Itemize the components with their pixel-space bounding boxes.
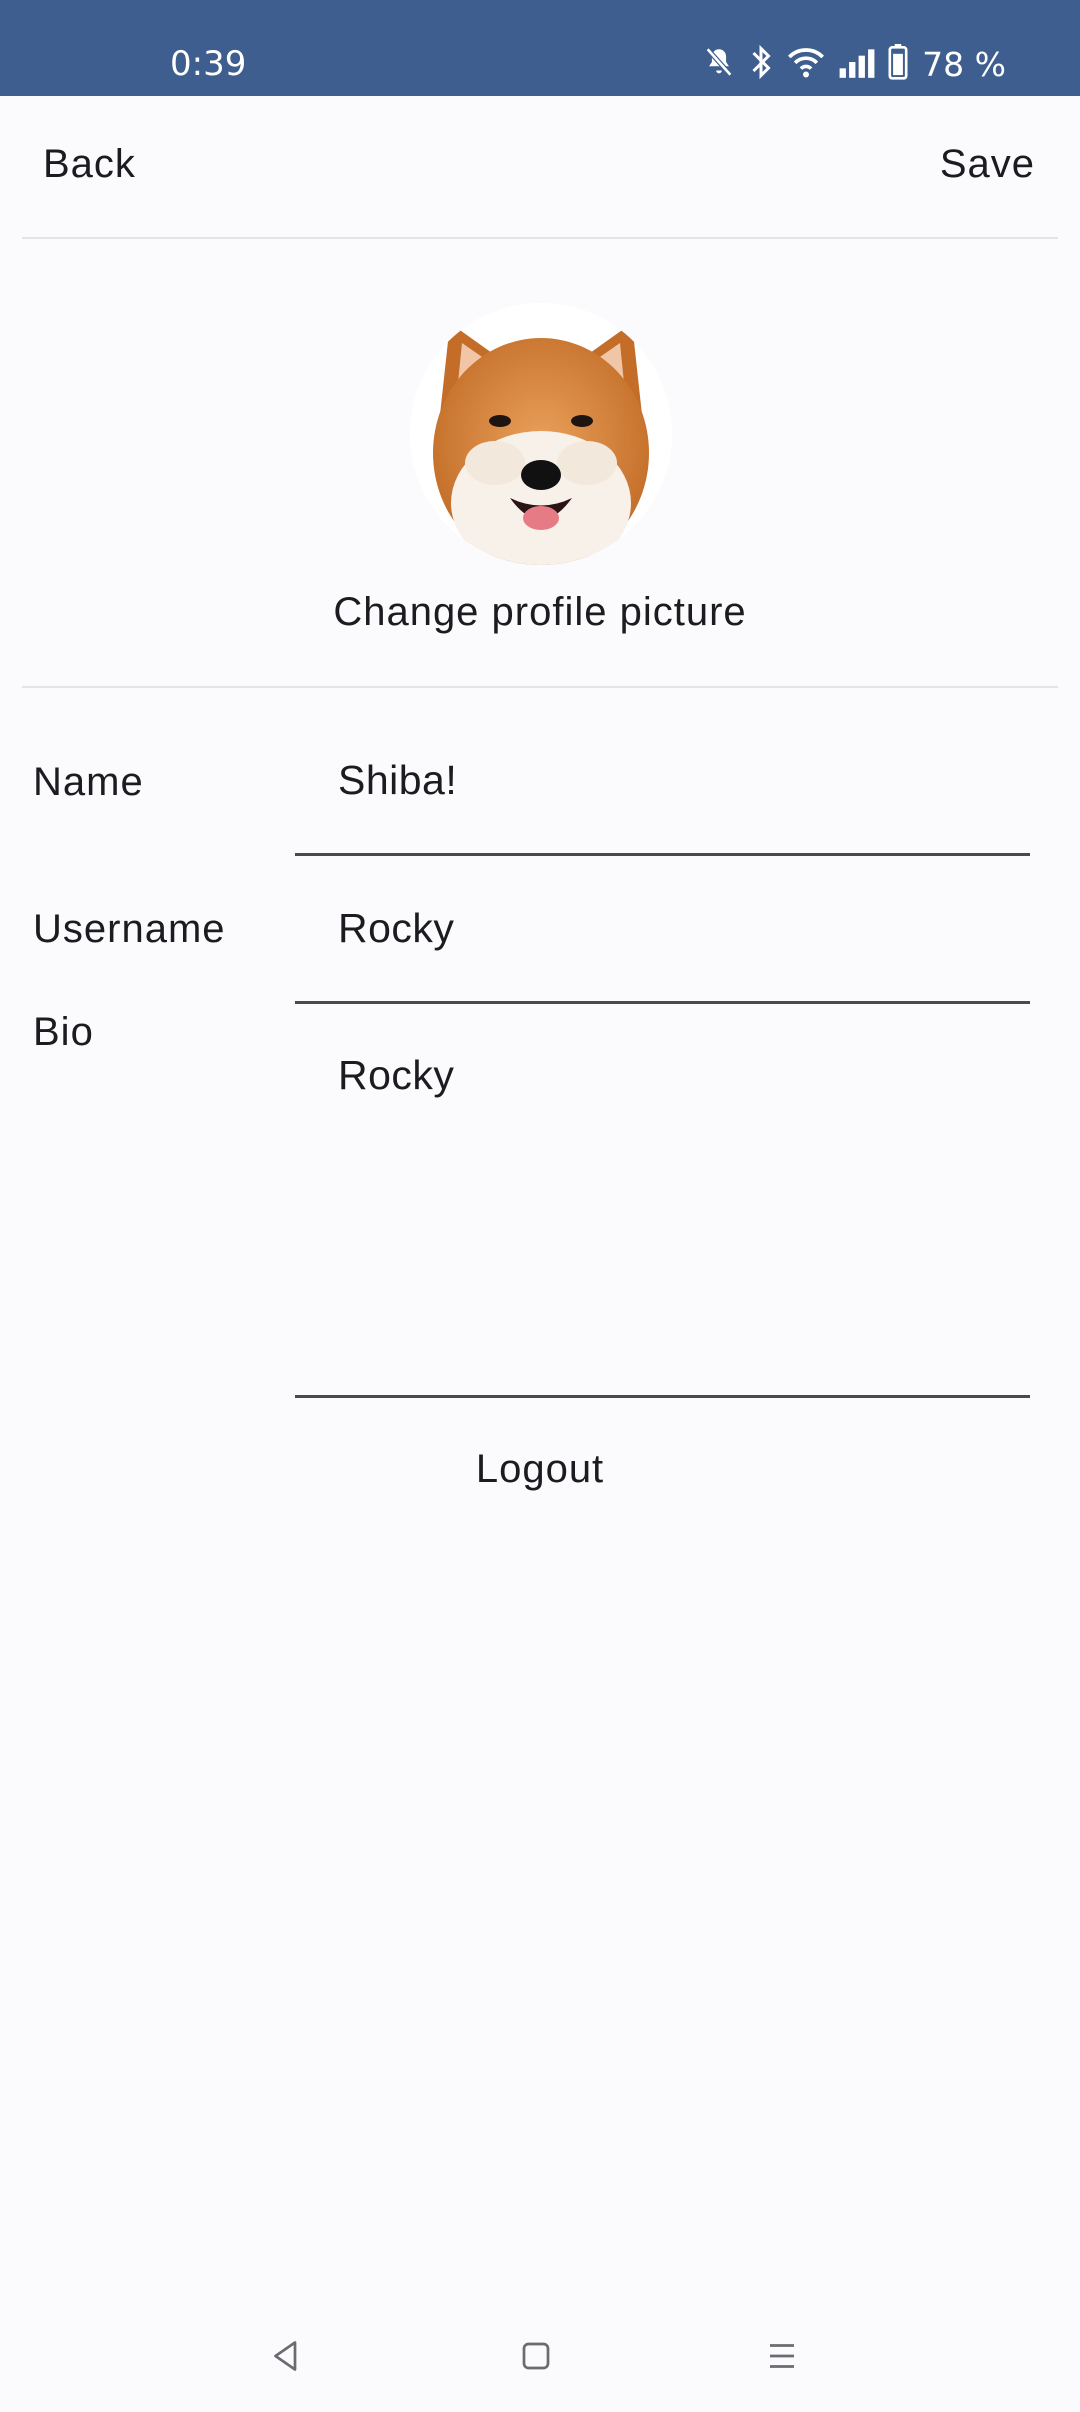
battery-percent: 78 % xyxy=(922,44,1006,84)
bio-field[interactable]: Rocky xyxy=(295,1004,1030,1398)
status-icons: 78 % xyxy=(702,42,1006,86)
system-nav-bar xyxy=(0,2296,1080,2412)
header-divider xyxy=(22,237,1058,239)
avatar[interactable] xyxy=(410,303,672,565)
name-label: Name xyxy=(33,760,144,804)
back-button[interactable]: Back xyxy=(43,142,136,187)
bio-field-value: Rocky xyxy=(338,1052,455,1098)
section-divider xyxy=(22,686,1058,688)
save-button[interactable]: Save xyxy=(940,142,1035,187)
bio-label: Bio xyxy=(33,1010,94,1054)
username-label: Username xyxy=(33,907,226,951)
wifi-icon xyxy=(786,45,826,84)
bluetooth-icon xyxy=(748,44,774,85)
recents-nav-icon[interactable] xyxy=(752,2326,812,2386)
username-field-value: Rocky xyxy=(338,905,455,951)
battery-icon xyxy=(888,43,908,85)
name-field-value: Shiba! xyxy=(338,757,458,803)
username-field[interactable]: Rocky xyxy=(295,856,1030,1004)
home-nav-icon[interactable] xyxy=(506,2326,566,2386)
name-field[interactable]: Shiba! xyxy=(295,700,1030,856)
signal-icon xyxy=(838,46,876,83)
back-nav-icon[interactable] xyxy=(256,2326,316,2386)
logout-button[interactable]: Logout xyxy=(0,1447,1080,1492)
top-bar: Back Save xyxy=(0,96,1080,238)
status-bar: 0:39 78 % xyxy=(0,0,1080,96)
mute-icon xyxy=(702,45,736,84)
change-profile-picture-button[interactable]: Change profile picture xyxy=(0,590,1080,635)
dog-avatar-image xyxy=(410,303,672,565)
status-time: 0:39 xyxy=(170,44,247,84)
